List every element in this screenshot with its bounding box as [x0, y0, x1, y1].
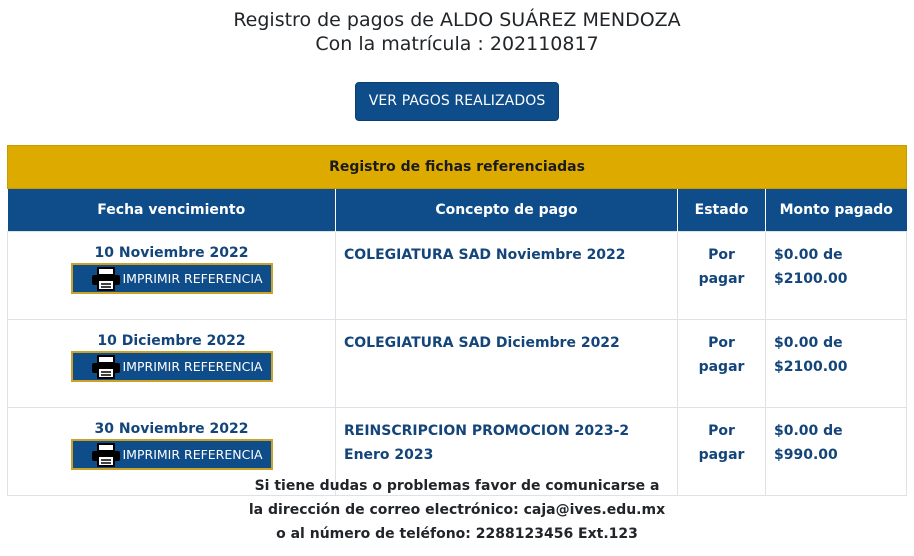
due-date: 30 Noviembre 2022	[94, 421, 249, 437]
status-line2: pagar	[698, 359, 745, 375]
contact-footer: Si tiene dudas o problemas favor de comu…	[0, 474, 914, 546]
col-concepto: Concepto de pago	[335, 188, 678, 232]
amount-paid: $0.00 de	[774, 423, 843, 439]
status-line1: Por	[708, 423, 735, 439]
payment-concept-cont: Enero 2023	[344, 447, 434, 463]
payment-concept: COLEGIATURA SAD Diciembre 2022	[344, 335, 620, 351]
page-header: Registro de pagos de ALDO SUÁREZ MENDOZA…	[0, 0, 914, 121]
payment-concept: COLEGIATURA SAD Noviembre 2022	[344, 247, 626, 263]
student-id: Con la matrícula : 202110817	[315, 33, 599, 55]
printer-icon	[91, 266, 120, 291]
col-monto: Monto pagado	[765, 188, 907, 232]
table-row: 10 Diciembre 2022 IMPRIMIR REFERENCIA CO…	[7, 319, 908, 408]
printer-icon	[91, 442, 120, 467]
col-estado: Estado	[677, 188, 766, 232]
amount-total: $990.00	[774, 447, 838, 463]
status-line1: Por	[708, 247, 735, 263]
payment-concept: REINSCRIPCION PROMOCION 2023-2	[344, 423, 630, 439]
due-date: 10 Noviembre 2022	[94, 245, 249, 261]
col-fecha: Fecha vencimiento	[7, 188, 336, 232]
printer-icon	[91, 354, 120, 379]
footer-line-1: Si tiene dudas o problemas favor de comu…	[254, 478, 660, 494]
table-row: 10 Noviembre 2022 IMPRIMIR REFERENCIA CO…	[7, 231, 908, 320]
amount-total: $2100.00	[774, 271, 848, 287]
footer-line-2: la dirección de correo electrónico: caja…	[248, 502, 666, 518]
page-title: Registro de pagos de ALDO SUÁREZ MENDOZA	[233, 9, 681, 31]
print-reference-button[interactable]: IMPRIMIR REFERENCIA	[70, 263, 273, 294]
print-reference-label: IMPRIMIR REFERENCIA	[122, 271, 263, 286]
print-reference-button[interactable]: IMPRIMIR REFERENCIA	[70, 439, 273, 470]
due-date: 10 Diciembre 2022	[97, 333, 246, 349]
print-reference-label: IMPRIMIR REFERENCIA	[122, 359, 263, 374]
references-table: Registro de fichas referenciadas Fecha v…	[6, 145, 908, 496]
view-payments-button[interactable]: VER PAGOS REALIZADOS	[354, 82, 560, 121]
table-caption: Registro de fichas referenciadas	[6, 145, 908, 189]
amount-paid: $0.00 de	[774, 335, 843, 351]
status-line1: Por	[708, 335, 735, 351]
print-reference-label: IMPRIMIR REFERENCIA	[122, 447, 263, 462]
print-reference-button[interactable]: IMPRIMIR REFERENCIA	[70, 351, 273, 382]
amount-total: $2100.00	[774, 359, 848, 375]
status-line2: pagar	[698, 447, 745, 463]
status-line2: pagar	[698, 271, 745, 287]
amount-paid: $0.00 de	[774, 247, 843, 263]
footer-line-3: o al número de teléfono: 2288123456 Ext.…	[276, 526, 638, 542]
